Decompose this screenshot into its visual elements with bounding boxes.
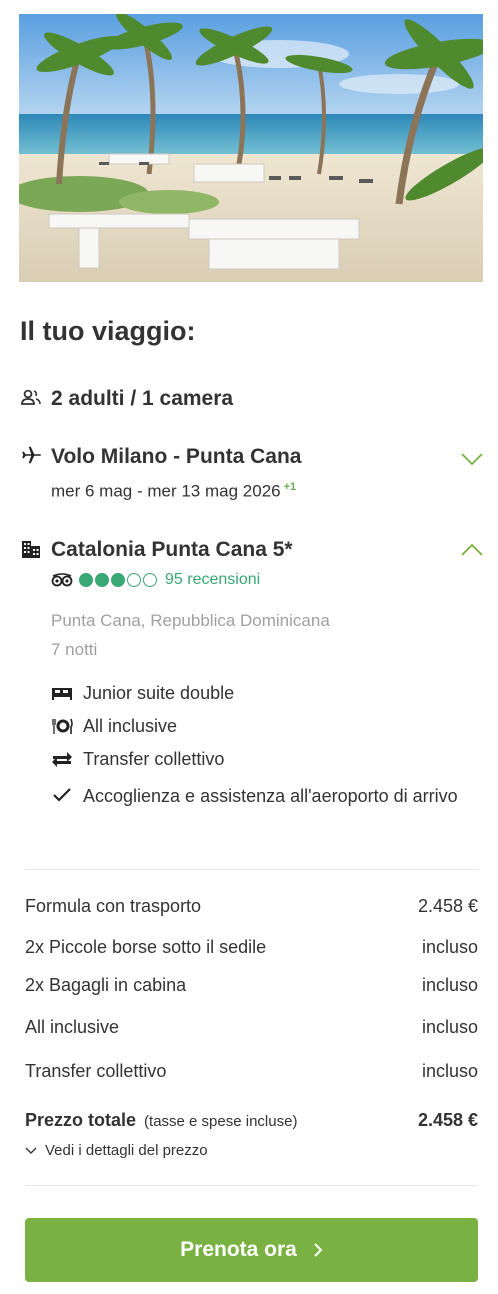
flight-dates: mer 6 mag - mer 13 mag 2026 +1 [51, 481, 296, 502]
guests-label: 2 adulti / 1 camera [51, 387, 234, 410]
airplane-icon [20, 444, 42, 466]
price-line-value: incluso [421, 937, 478, 957]
hotel-name: Catalonia Punta Cana 5* [51, 538, 293, 561]
price-line-value: incluso [421, 1017, 478, 1037]
day-offset-badge: +1 [283, 481, 297, 493]
price-line-value: 2.458 € [417, 896, 478, 916]
price-line-label: Transfer collettivo [25, 1061, 167, 1081]
price-line-label: Formula con trasporto [25, 896, 202, 916]
chevron-down-icon [25, 1147, 37, 1154]
bed-icon [51, 683, 73, 703]
trip-title: Il tuo viaggio: [20, 316, 196, 346]
flight-label: Volo Milano - Punta Cana [51, 445, 302, 468]
tripadvisor-icon [51, 573, 73, 587]
flight-dates-text: mer 6 mag - mer 13 mag 2026 [51, 481, 281, 501]
price-line-label: 2x Bagagli in cabina [25, 975, 187, 995]
dining-icon [51, 716, 73, 736]
feature-room: Junior suite double [83, 683, 235, 703]
hotel-location: Punta Cana, Repubblica Dominicana [51, 611, 330, 630]
divider [25, 1185, 478, 1186]
price-line-label: 2x Piccole borse sotto il sedile [25, 937, 267, 957]
book-now-label: Prenota ora [180, 1238, 297, 1261]
book-now-button[interactable]: Prenota ora [25, 1218, 478, 1282]
total-label: Prezzo totale [25, 1110, 137, 1130]
divider [25, 869, 478, 870]
total-value: 2.458 € [417, 1110, 478, 1130]
check-icon [51, 785, 73, 805]
reviews-link[interactable]: 95 recensioni [165, 571, 260, 589]
hotel-nights: 7 notti [51, 640, 98, 659]
total-label-row: Prezzo totale (tasse e spese incluse) [25, 1110, 297, 1131]
hotel-collapse-chevron-up-icon[interactable] [461, 543, 483, 557]
flight-expand-chevron-down-icon[interactable] [461, 452, 483, 466]
building-icon [20, 538, 42, 560]
price-line-value: incluso [421, 1061, 478, 1081]
rating-dot-empty [143, 573, 157, 587]
price-details-link[interactable]: Vedi i dettagli del prezzo [45, 1142, 208, 1159]
feature-assistance: Accoglienza e assistenza all'aeroporto d… [83, 786, 458, 806]
rating-dot-filled [79, 573, 93, 587]
chevron-right-icon [314, 1243, 323, 1257]
feature-board: All inclusive [83, 716, 178, 736]
price-line-value: incluso [421, 975, 478, 995]
feature-transfer: Transfer collettivo [83, 749, 225, 769]
people-icon [20, 387, 42, 409]
price-line-label: All inclusive [25, 1017, 120, 1037]
price-details-toggle[interactable]: Vedi i dettagli del prezzo [25, 1142, 208, 1159]
total-note: (tasse e spese incluse) [144, 1113, 298, 1130]
rating-dot-empty [127, 573, 141, 587]
tripadvisor-rating: 95 recensioni [51, 571, 260, 589]
hotel-photo [19, 14, 483, 282]
rating-dot-filled [111, 573, 125, 587]
rating-dot-filled [95, 573, 109, 587]
transfer-icon [51, 749, 73, 769]
